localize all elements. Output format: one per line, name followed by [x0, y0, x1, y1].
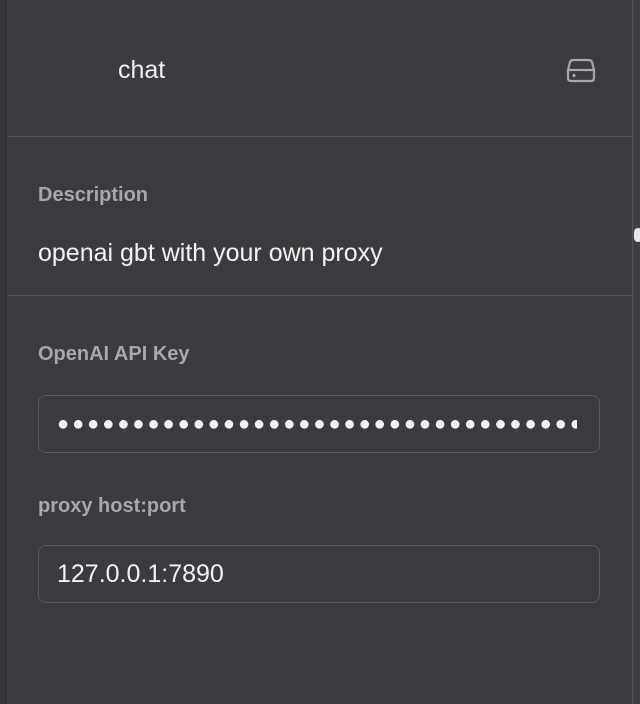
- description-text: openai gbt with your own proxy: [38, 239, 383, 267]
- left-panel-edge: [0, 0, 7, 704]
- panel-header: chat: [7, 0, 632, 137]
- storage-drive-icon: [566, 58, 596, 83]
- api-key-masked-value: ●●●●●●●●●●●●●●●●●●●●●●●●●●●●●●●●●●●●●●●●: [57, 412, 577, 435]
- right-panel-edge: [632, 0, 640, 704]
- proxy-label: proxy host:port: [38, 495, 186, 517]
- api-key-label: OpenAI API Key: [38, 343, 190, 365]
- description-label: Description: [38, 184, 149, 206]
- background-glyph: [634, 228, 640, 242]
- proxy-input[interactable]: 127.0.0.1:7890: [38, 545, 600, 603]
- api-key-input[interactable]: ●●●●●●●●●●●●●●●●●●●●●●●●●●●●●●●●●●●●●●●●: [38, 395, 600, 453]
- proxy-value: 127.0.0.1:7890: [57, 559, 224, 588]
- description-section: Description openai gbt with your own pro…: [7, 137, 632, 296]
- storage-button[interactable]: [565, 54, 597, 86]
- extension-title: chat: [118, 56, 166, 84]
- extension-settings-panel: chat Description openai gbt with your ow…: [0, 0, 640, 704]
